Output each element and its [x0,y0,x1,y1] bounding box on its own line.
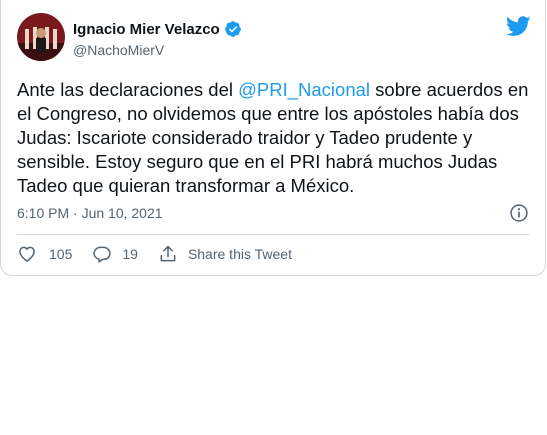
avatar[interactable] [17,13,65,61]
author-name[interactable]: Ignacio Mier Velazco [73,21,220,38]
like-button[interactable]: 105 [17,244,72,264]
verified-badge-icon [224,21,241,37]
tweet-text: Ante las declaraciones del @PRI_Nacional… [17,78,532,198]
divider [17,234,529,235]
reply-button[interactable]: 19 [92,244,138,264]
mention-link[interactable]: @PRI_Nacional [238,79,370,100]
tweet-text-before: Ante las declaraciones del [17,79,239,100]
like-count: 105 [49,246,73,262]
info-icon[interactable] [509,203,529,223]
share-button[interactable]: Share this Tweet [158,244,292,264]
share-label: Share this Tweet [187,246,292,262]
tweet-card[interactable]: Ignacio Mier Velazco @NachoMierV Ante la… [0,0,546,276]
tweet-actions: 105 19 Share this Tweet [17,244,312,264]
reply-icon [93,246,112,263]
share-icon [160,245,176,262]
heart-icon [19,246,35,262]
reply-count: 19 [122,246,138,262]
author-handle[interactable]: @NachoMierV [73,42,164,58]
tweet-timestamp[interactable]: 6:10 PM · Jun 10, 2021 [17,205,163,221]
twitter-bird-icon[interactable] [506,16,531,37]
